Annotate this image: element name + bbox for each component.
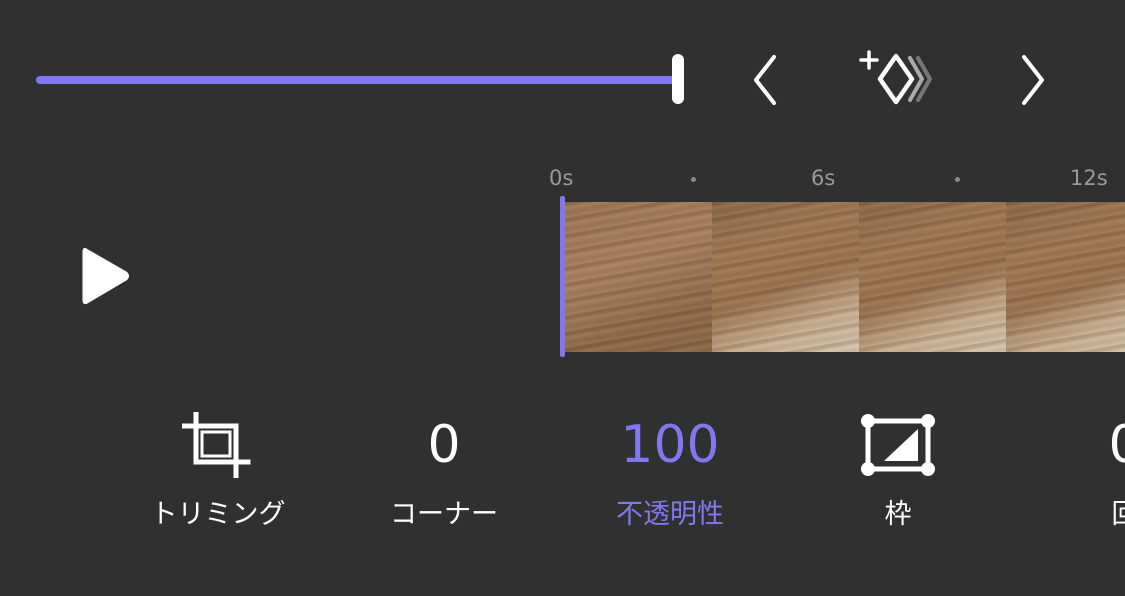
corner-value: 0 <box>427 415 461 475</box>
timeline-tick-0s: 0s <box>549 166 574 190</box>
timeline-tick-dot <box>955 177 960 182</box>
previous-keyframe-button[interactable] <box>742 50 788 110</box>
border-icon <box>861 414 935 476</box>
play-button[interactable] <box>78 244 134 308</box>
opacity-slider-track[interactable] <box>36 76 678 84</box>
add-keyframe-button[interactable] <box>858 48 938 110</box>
chevron-left-icon <box>754 55 776 105</box>
tool-border-button[interactable]: 枠 <box>818 405 978 545</box>
tool-label: 枠 <box>884 499 912 530</box>
tool-label: 回 <box>1112 501 1125 528</box>
tool-rotate-button[interactable]: 0 回 <box>1045 405 1125 545</box>
timeline-tick-12s: 12s <box>1070 166 1108 190</box>
playhead[interactable] <box>560 196 565 357</box>
opacity-value: 100 <box>620 415 720 475</box>
editor-panel: 0s 6s 12s トリミング 0 コーナー 100 不透明性 枠 <box>0 0 1125 596</box>
tool-label: 不透明性 <box>616 499 724 530</box>
clip-thumbnail <box>859 202 1006 352</box>
video-clip-track[interactable] <box>565 202 1125 352</box>
next-keyframe-button[interactable] <box>1010 50 1056 110</box>
crop-icon <box>182 412 251 478</box>
rotate-value: 0 <box>1108 405 1125 485</box>
clip-thumbnail <box>565 202 712 352</box>
clip-thumbnail <box>1006 202 1125 352</box>
tool-opacity-button[interactable]: 100 不透明性 <box>590 405 750 545</box>
opacity-slider-handle[interactable] <box>672 54 684 104</box>
tool-label: コーナー <box>390 499 498 530</box>
timeline-tick-dot <box>691 177 696 182</box>
tool-label: トリミング <box>150 499 286 530</box>
chevron-right-icon <box>1022 55 1044 105</box>
tool-trim-button[interactable]: トリミング <box>138 405 298 545</box>
tool-corner-button[interactable]: 0 コーナー <box>364 405 524 545</box>
timeline-tick-6s: 6s <box>811 166 836 190</box>
clip-thumbnail <box>712 202 859 352</box>
add-keyframe-icon <box>859 50 932 105</box>
play-icon <box>82 247 129 305</box>
